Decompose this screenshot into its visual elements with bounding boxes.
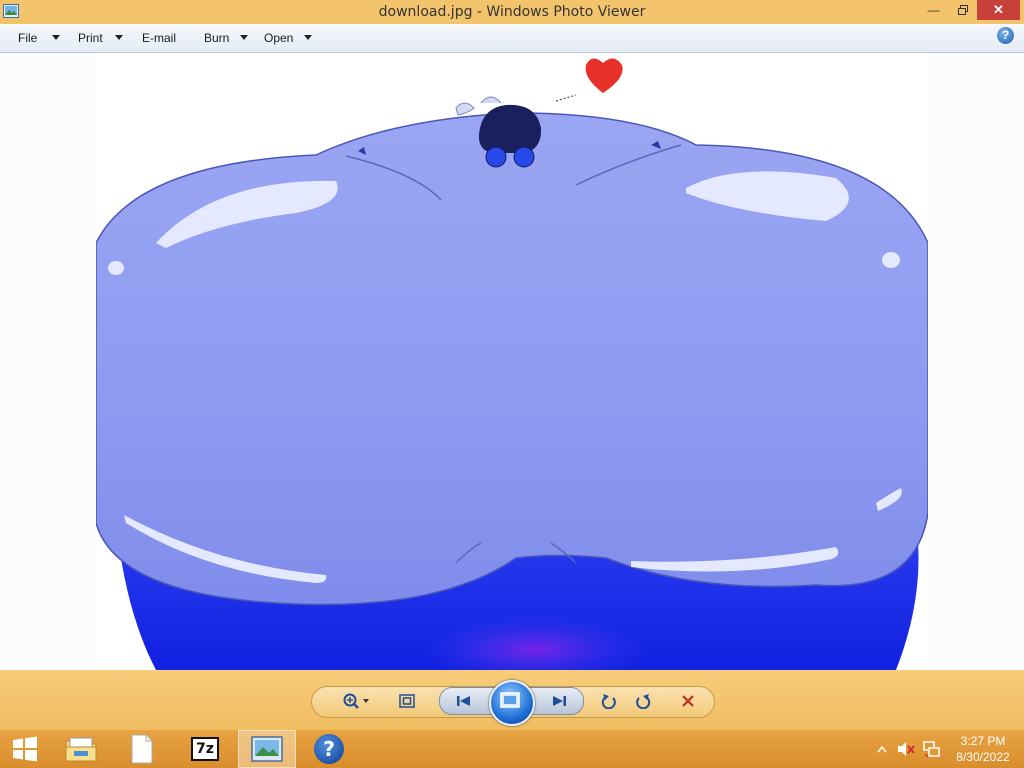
zoom-icon [343, 693, 369, 709]
clock-date: 8/30/2022 [956, 750, 1010, 764]
minimize-icon: — [927, 3, 940, 17]
menu-open[interactable]: Open [264, 31, 293, 45]
network-icon[interactable] [922, 740, 940, 758]
chevron-down-icon[interactable] [115, 35, 123, 40]
help-icon: ? [314, 734, 344, 764]
volume-muted-icon[interactable] [897, 741, 915, 757]
menu-burn[interactable]: Burn [204, 31, 229, 45]
displayed-image [96, 53, 928, 670]
menu-print[interactable]: Print [78, 31, 103, 45]
minimize-button[interactable]: — [919, 0, 948, 20]
7zip-icon: 7z [191, 737, 219, 761]
actual-size-icon [399, 694, 415, 708]
taskbar-file-explorer[interactable] [52, 730, 110, 768]
taskbar: 7z ? 3:27 PM 8/30/2022 [0, 730, 1024, 768]
image-artwork [96, 58, 928, 670]
actual-size-button[interactable] [395, 686, 419, 716]
7zip-label: 7z [196, 741, 214, 757]
title-bar: download.jpg - Windows Photo Viewer — ✕ [0, 0, 1024, 24]
zoom-button[interactable] [336, 686, 376, 716]
taskbar-photo-viewer[interactable] [238, 730, 296, 768]
previous-button[interactable] [450, 688, 478, 714]
photo-viewer-icon [251, 736, 283, 762]
rotate-clockwise-button[interactable] [631, 686, 655, 716]
chevron-down-icon[interactable] [304, 35, 312, 40]
rotate-counterclockwise-icon [601, 694, 616, 709]
next-icon [553, 696, 566, 706]
delete-icon [682, 695, 694, 707]
close-icon: ✕ [993, 2, 1004, 17]
menu-bar: File Print E-mail Burn Open ? [0, 24, 1024, 53]
slideshow-icon [500, 692, 520, 708]
start-button[interactable] [0, 730, 50, 768]
file-explorer-icon [65, 737, 97, 762]
chevron-down-icon[interactable] [240, 35, 248, 40]
window-title: download.jpg - Windows Photo Viewer [378, 4, 646, 20]
system-clock[interactable]: 3:27 PM 8/30/2022 [950, 733, 1016, 765]
menu-email[interactable]: E-mail [142, 31, 176, 45]
next-button[interactable] [545, 688, 573, 714]
menu-file[interactable]: File [18, 31, 37, 45]
chevron-down-icon[interactable] [52, 35, 60, 40]
rotate-clockwise-icon [636, 694, 651, 709]
start-icon [13, 736, 37, 762]
previous-icon [457, 696, 470, 706]
taskbar-7zip[interactable]: 7z [176, 730, 234, 768]
restore-icon [957, 5, 968, 15]
delete-button[interactable] [676, 686, 700, 716]
document-icon [131, 734, 153, 764]
slideshow-button[interactable] [489, 680, 535, 726]
image-viewer [0, 53, 1024, 670]
taskbar-document[interactable] [113, 730, 171, 768]
show-hidden-icons[interactable] [877, 745, 887, 753]
clock-time: 3:27 PM [960, 734, 1006, 748]
restore-button[interactable] [948, 0, 977, 20]
help-label: ? [323, 737, 335, 761]
taskbar-help[interactable]: ? [300, 730, 358, 768]
rotate-counterclockwise-button[interactable] [597, 686, 621, 716]
close-button[interactable]: ✕ [977, 0, 1020, 20]
help-icon[interactable]: ? [997, 27, 1014, 44]
